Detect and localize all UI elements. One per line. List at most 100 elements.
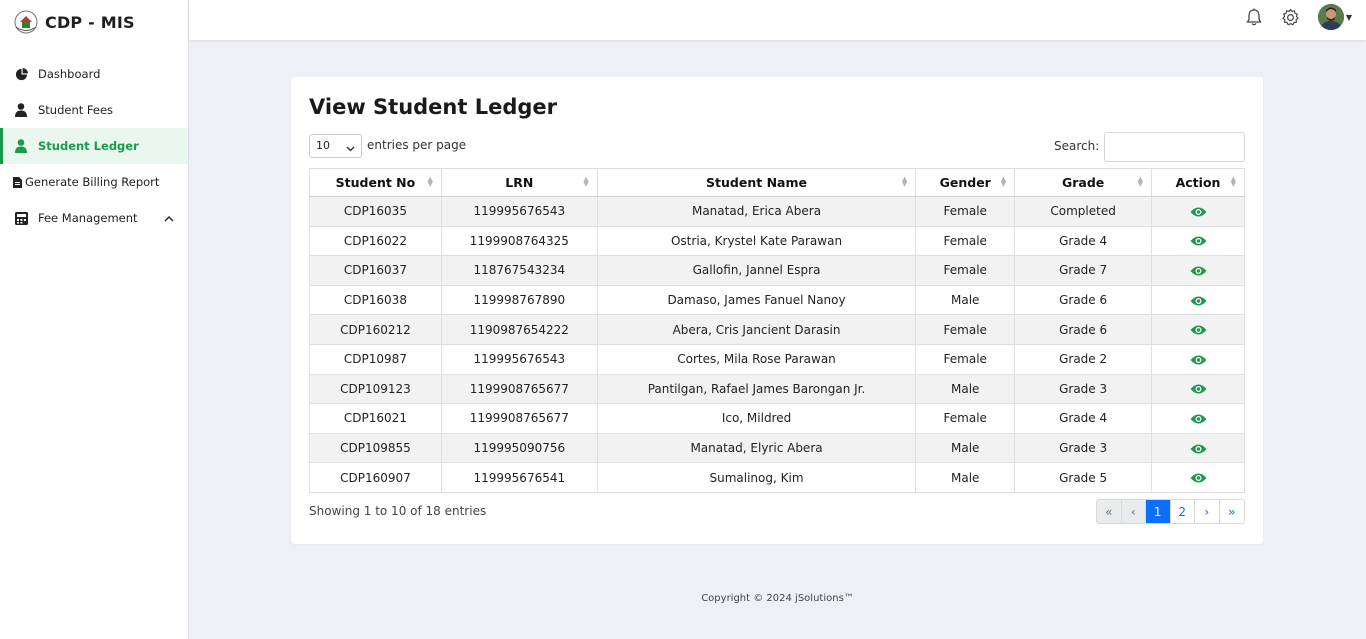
sidebar-nav: Dashboard Student Fees Student Ledger Ge… bbox=[0, 56, 188, 236]
school-logo-icon bbox=[14, 10, 38, 34]
cell-action bbox=[1151, 225, 1245, 257]
sort-icon: ▲ ▼ bbox=[901, 175, 908, 188]
first-page-button[interactable]: « bbox=[1097, 500, 1122, 523]
footer-copyright: Copyright © 2024 jSolutions™ bbox=[701, 593, 854, 604]
view-eye-icon[interactable] bbox=[1190, 235, 1207, 247]
sidebar: CDP - MIS Dashboard Student Fees Student… bbox=[0, 0, 189, 639]
column-header-student-no[interactable]: Student No ▲ ▼ bbox=[309, 168, 442, 197]
sidebar-item-dashboard[interactable]: Dashboard bbox=[0, 56, 188, 92]
chevron-down-icon: ▼ bbox=[1345, 12, 1352, 22]
cell-grade: Grade 4 bbox=[1014, 225, 1153, 257]
table-row: CDP16038 119998767890 Damaso, James Fanuel… bbox=[309, 284, 1245, 316]
table-row: CDP109123 1199908765677 Pantilgan, Rafael … bbox=[309, 373, 1245, 405]
next-page-button[interactable]: › bbox=[1195, 500, 1220, 523]
cell-student-name: Pantilgan, Rafael James Barongan Jr. bbox=[596, 373, 917, 405]
last-page-button[interactable]: » bbox=[1219, 500, 1244, 523]
cell-lrn: 119998767890 bbox=[440, 284, 598, 316]
table-row: CDP16022 1199908764325 Ostria, Krystel Kat… bbox=[309, 225, 1245, 257]
cell-student-name: Cortes, Mila Rose Parawan bbox=[596, 343, 917, 375]
cell-grade: Completed bbox=[1014, 196, 1153, 227]
view-eye-icon[interactable] bbox=[1190, 472, 1207, 484]
cell-student-no: CDP109123 bbox=[309, 373, 442, 405]
table-row: CDP160907 119995676541 Sumalinog, Kim Male G… bbox=[309, 462, 1245, 493]
cell-lrn: 1199908765677 bbox=[440, 403, 598, 434]
page-1-button[interactable]: 1 bbox=[1146, 500, 1171, 523]
entries-per-page-label: entries per page bbox=[367, 138, 467, 152]
cell-gender: Female bbox=[915, 343, 1016, 375]
view-eye-icon[interactable] bbox=[1190, 413, 1207, 425]
cell-action bbox=[1151, 403, 1245, 434]
sidebar-item-fee-management[interactable]: Fee Management bbox=[0, 200, 188, 236]
column-header-action[interactable]: Action ▲ ▼ bbox=[1151, 168, 1245, 197]
brand[interactable]: CDP - MIS bbox=[0, 0, 188, 44]
column-header-gender[interactable]: Gender ▲ ▼ bbox=[915, 168, 1016, 197]
document-icon bbox=[12, 175, 22, 189]
cell-lrn: 119995090756 bbox=[440, 432, 598, 464]
cell-gender: Female bbox=[915, 225, 1016, 257]
cell-grade: Grade 6 bbox=[1014, 314, 1153, 345]
view-eye-icon[interactable] bbox=[1190, 383, 1207, 395]
cell-grade: Grade 3 bbox=[1014, 373, 1153, 405]
bell-icon[interactable] bbox=[1245, 8, 1263, 27]
cell-action bbox=[1151, 196, 1245, 227]
gear-icon[interactable] bbox=[1281, 8, 1300, 27]
column-header-lrn[interactable]: LRN ▲ ▼ bbox=[440, 168, 598, 197]
cell-student-name: Damaso, James Fanuel Nanoy bbox=[596, 284, 917, 316]
table-header-row: Student No ▲ ▼ LRN ▲ ▼ Student Name ▲ ▼ Gender… bbox=[309, 168, 1245, 197]
student-ledger-card: View Student Ledger 10 entries per page … bbox=[291, 77, 1263, 544]
view-eye-icon[interactable] bbox=[1190, 206, 1207, 218]
page-2-button[interactable]: 2 bbox=[1170, 500, 1195, 523]
cell-action bbox=[1151, 432, 1245, 464]
previous-page-button[interactable]: ‹ bbox=[1121, 500, 1146, 523]
entries-per-page-select[interactable]: 10 bbox=[309, 134, 362, 158]
cell-student-no: CDP16021 bbox=[309, 403, 442, 434]
student-ledger-table: Student No ▲ ▼ LRN ▲ ▼ Student Name ▲ ▼ Gender… bbox=[309, 168, 1245, 493]
cell-gender: Female bbox=[915, 196, 1016, 227]
cell-gender: Male bbox=[915, 373, 1016, 405]
view-eye-icon[interactable] bbox=[1190, 443, 1207, 455]
sidebar-item-label: Generate Billing Report bbox=[25, 175, 160, 189]
view-eye-icon[interactable] bbox=[1190, 354, 1207, 366]
column-header-grade[interactable]: Grade ▲ ▼ bbox=[1014, 168, 1153, 197]
page-title: View Student Ledger bbox=[309, 95, 558, 119]
column-header-student-name[interactable]: Student Name ▲ ▼ bbox=[596, 168, 917, 197]
cell-gender: Male bbox=[915, 284, 1016, 316]
cell-action bbox=[1151, 462, 1245, 493]
cell-grade: Grade 3 bbox=[1014, 432, 1153, 464]
cell-student-no: CDP10987 bbox=[309, 343, 442, 375]
sidebar-item-student-fees[interactable]: Student Fees bbox=[0, 92, 188, 128]
cell-gender: Female bbox=[915, 314, 1016, 345]
cell-student-no: CDP16022 bbox=[309, 225, 442, 257]
cell-student-no: CDP160212 bbox=[309, 314, 442, 345]
cell-gender: Female bbox=[915, 255, 1016, 286]
cell-lrn: 1199908765677 bbox=[440, 373, 598, 405]
cell-student-name: Abera, Cris Jancient Darasin bbox=[596, 314, 917, 345]
view-eye-icon[interactable] bbox=[1190, 295, 1207, 307]
cell-grade: Grade 5 bbox=[1014, 462, 1153, 493]
cell-lrn: 119995676541 bbox=[440, 462, 598, 493]
chevron-up-icon[interactable] bbox=[164, 211, 174, 225]
sort-icon: ▲ ▼ bbox=[583, 175, 589, 188]
user-avatar[interactable]: ▼ bbox=[1317, 4, 1352, 30]
view-eye-icon[interactable] bbox=[1190, 265, 1207, 277]
cell-grade: Grade 4 bbox=[1014, 403, 1153, 434]
view-eye-icon[interactable] bbox=[1190, 324, 1207, 336]
cell-lrn: 119995676543 bbox=[440, 343, 598, 375]
table-info: Showing 1 to 10 of 18 entries bbox=[309, 504, 487, 518]
cell-student-no: CDP16035 bbox=[309, 196, 442, 227]
sidebar-item-label: Student Ledger bbox=[38, 139, 139, 153]
search-input[interactable] bbox=[1104, 132, 1245, 162]
cell-student-name: Ostria, Krystel Kate Parawan bbox=[596, 225, 917, 257]
table-row: CDP160212 1190987654222 Abera, Cris Jancie… bbox=[309, 314, 1245, 345]
cell-gender: Male bbox=[915, 432, 1016, 464]
pie-chart-icon bbox=[14, 67, 28, 81]
cell-student-no: CDP16038 bbox=[309, 284, 442, 316]
cell-grade: Grade 7 bbox=[1014, 255, 1153, 286]
sidebar-item-generate-billing-report[interactable]: Generate Billing Report bbox=[0, 164, 188, 200]
sidebar-item-label: Dashboard bbox=[38, 67, 101, 81]
sort-icon: ▲ ▼ bbox=[1137, 175, 1144, 188]
cell-grade: Grade 6 bbox=[1014, 284, 1153, 316]
cell-lrn: 1190987654222 bbox=[440, 314, 598, 345]
sidebar-item-student-ledger[interactable]: Student Ledger bbox=[0, 128, 188, 164]
cell-student-no: CDP160907 bbox=[309, 462, 442, 493]
